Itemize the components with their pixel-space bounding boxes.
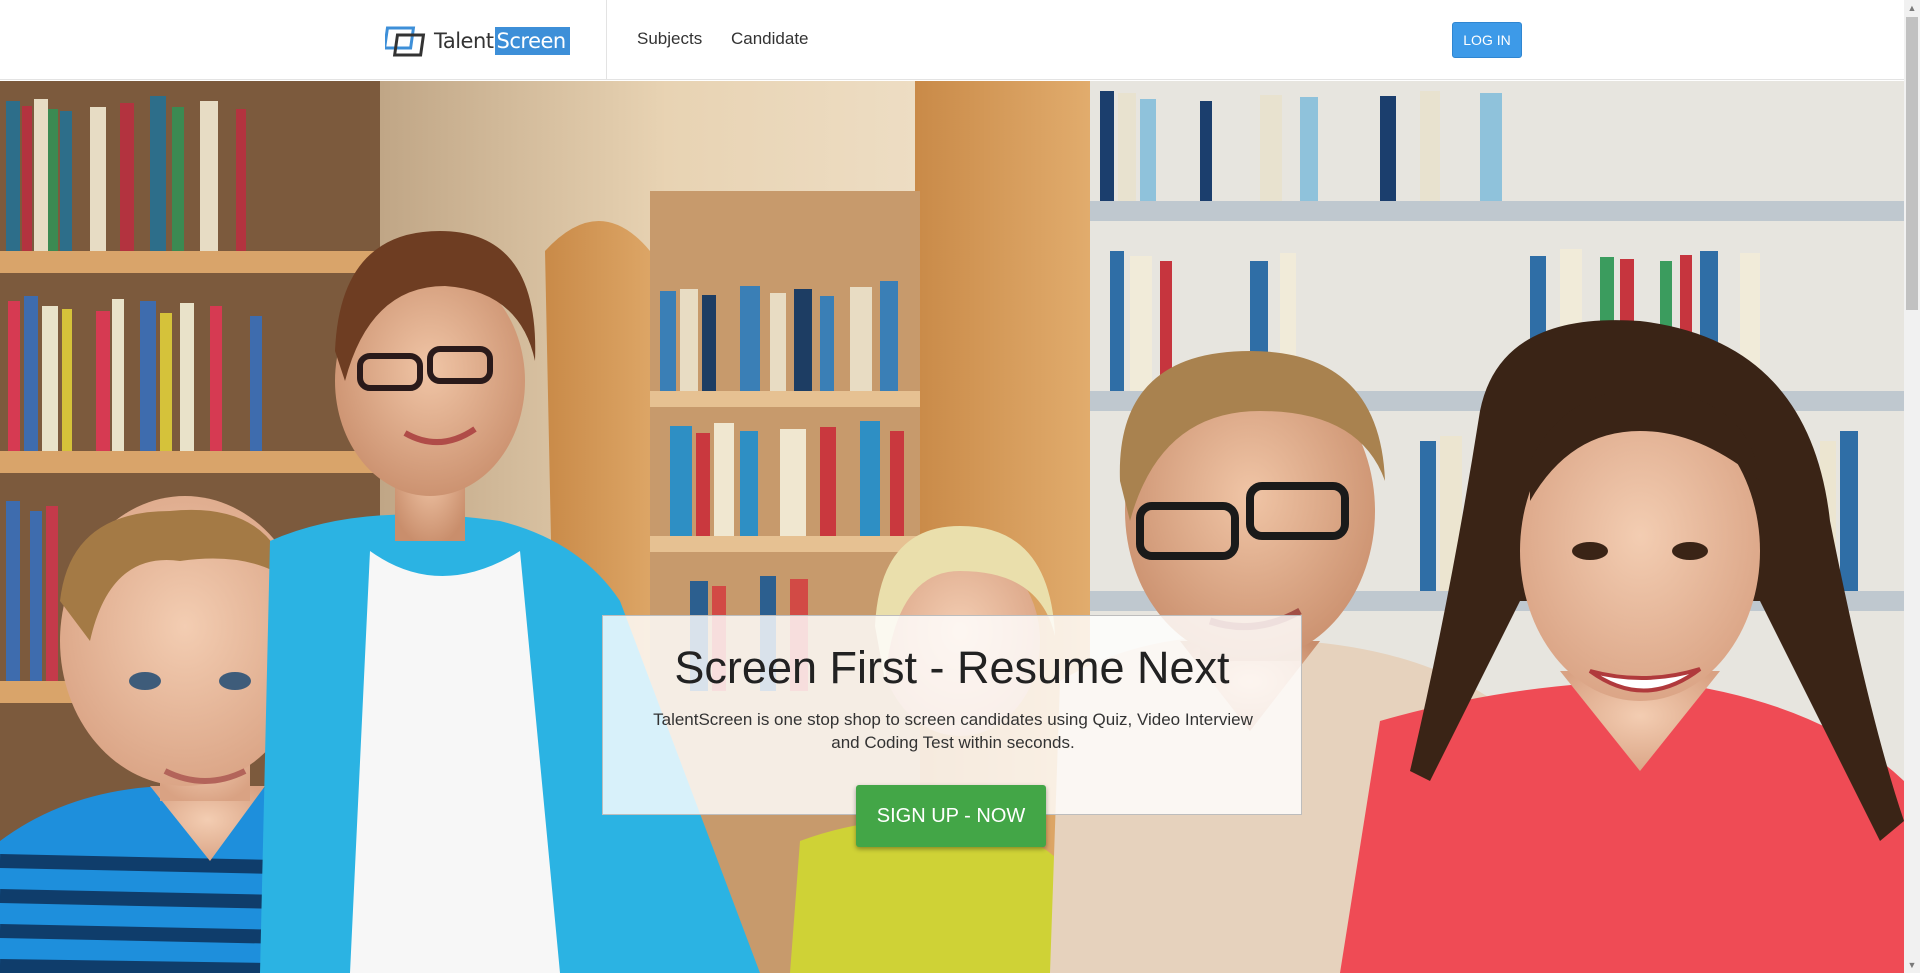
page-scrollbar[interactable]: ▲ ▼ bbox=[1904, 0, 1920, 973]
top-navbar: Talent Screen Subjects Candidate LOG IN bbox=[0, 0, 1904, 80]
nav-link-subjects[interactable]: Subjects bbox=[637, 29, 702, 49]
brand-logo-link[interactable]: Talent Screen bbox=[385, 24, 570, 58]
hero-headline: Screen First - Resume Next bbox=[674, 642, 1230, 693]
scroll-thumb[interactable] bbox=[1906, 17, 1918, 310]
nav-link-candidate[interactable]: Candidate bbox=[731, 29, 809, 49]
nav-divider bbox=[606, 0, 607, 80]
login-button[interactable]: LOG IN bbox=[1452, 22, 1522, 58]
scroll-down-icon[interactable]: ▼ bbox=[1904, 957, 1920, 973]
brand-text-screen: Screen bbox=[494, 27, 570, 55]
scroll-up-icon[interactable]: ▲ bbox=[1904, 0, 1920, 16]
hero-subtext: TalentScreen is one stop shop to screen … bbox=[653, 710, 1253, 752]
signup-now-button[interactable]: SIGN UP - NOW bbox=[856, 785, 1046, 847]
brand-text-talent: Talent bbox=[434, 29, 494, 53]
brand-logo-icon bbox=[385, 26, 426, 57]
